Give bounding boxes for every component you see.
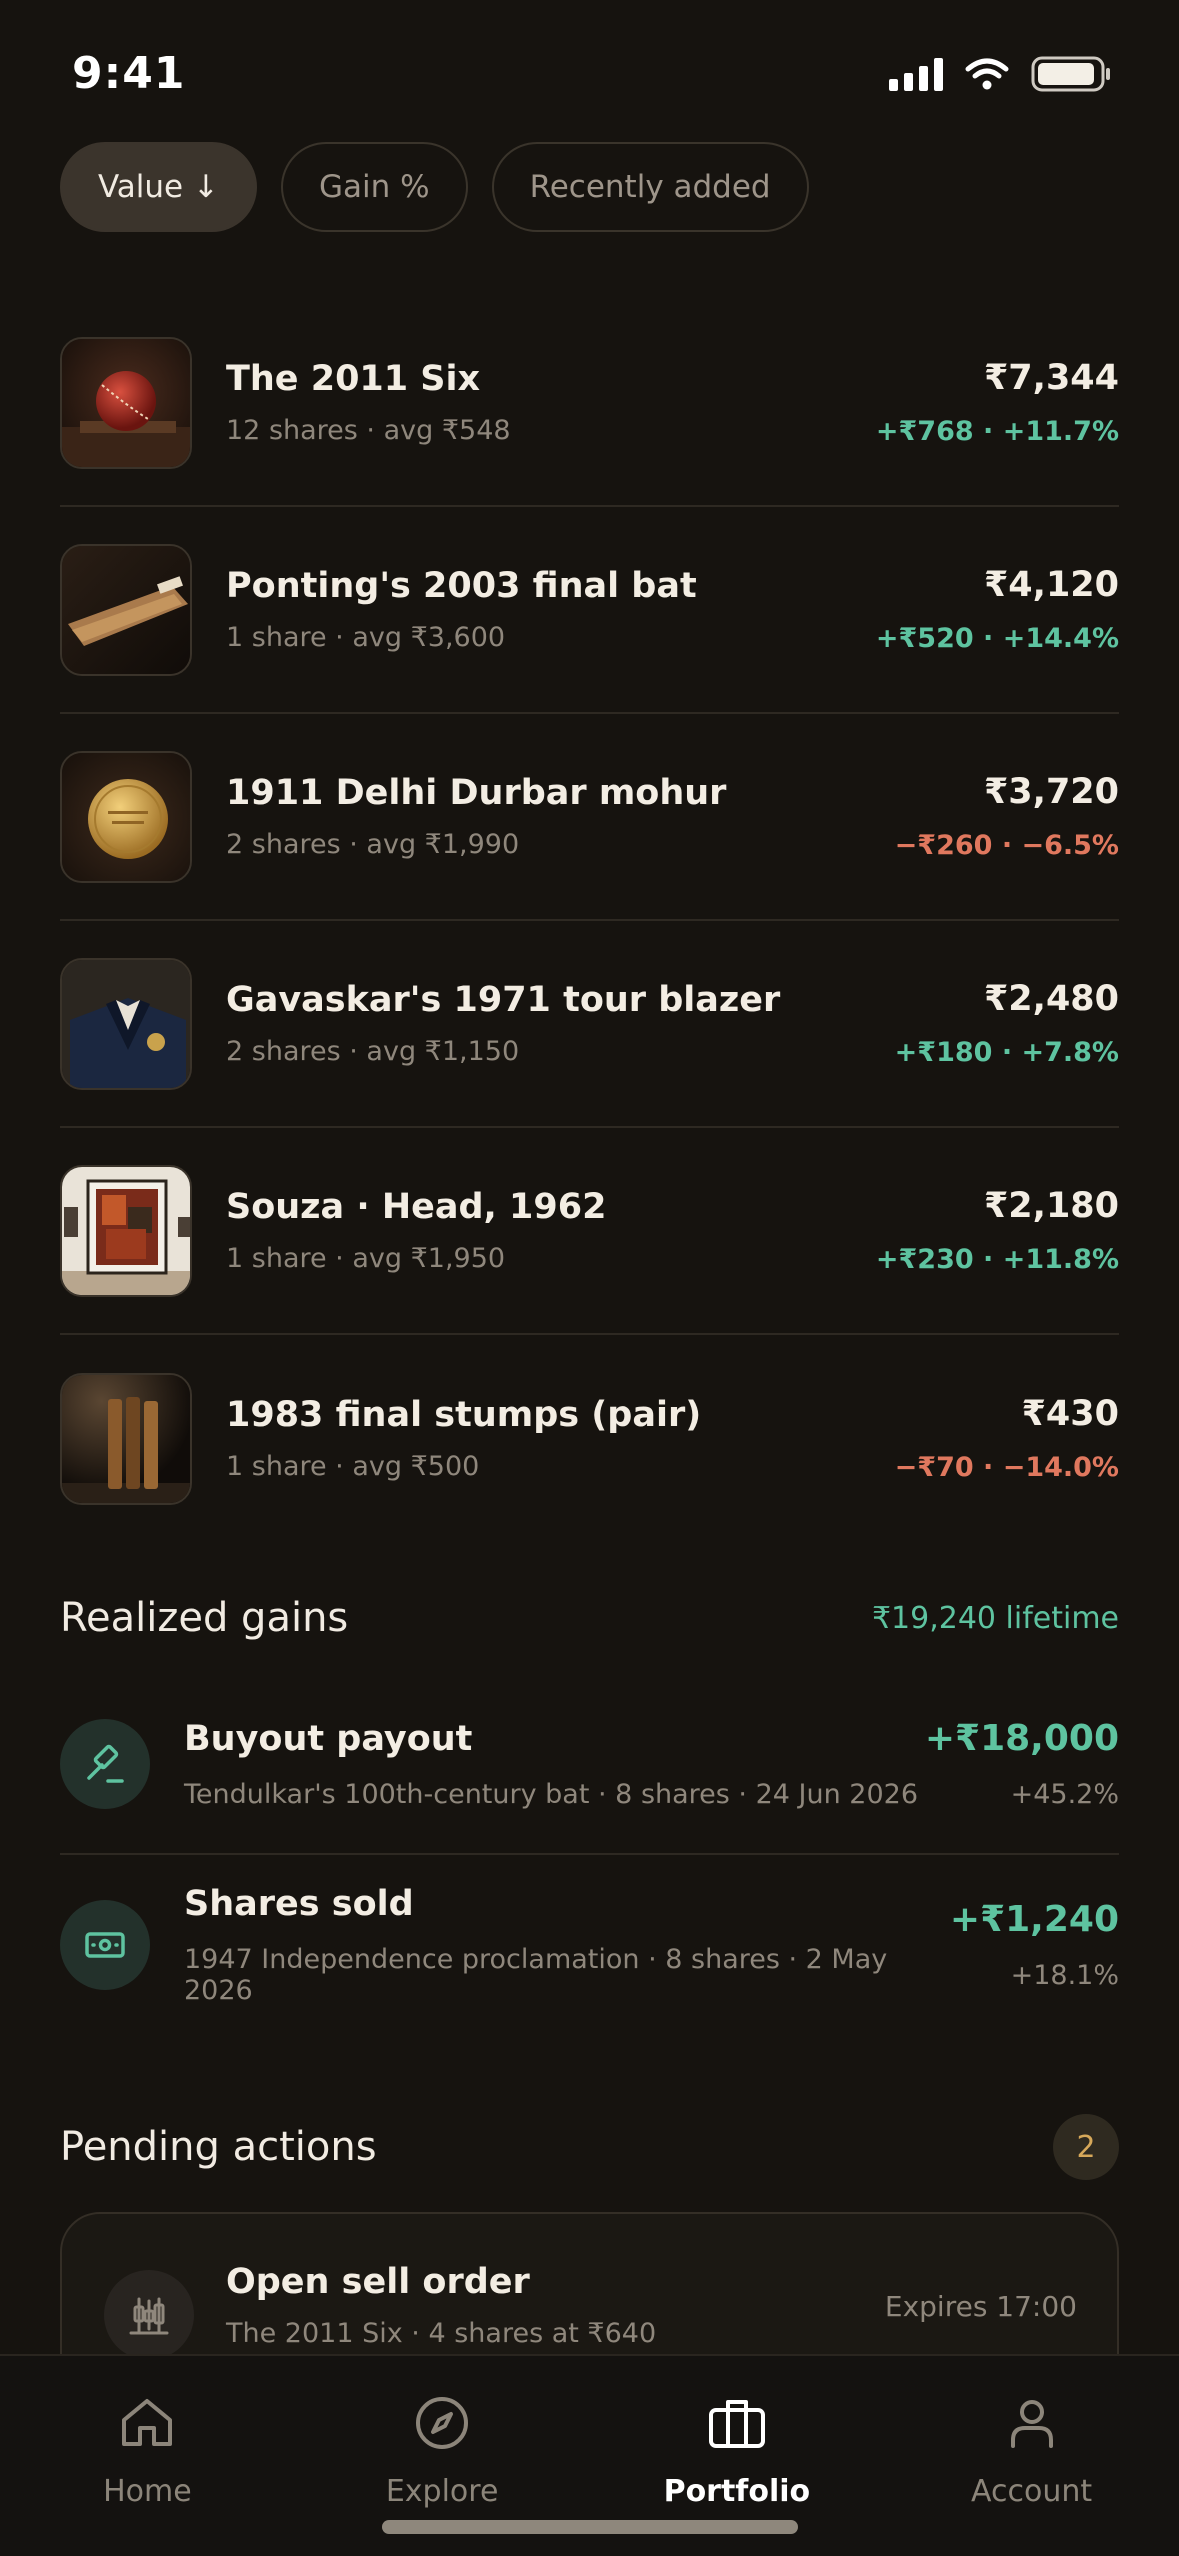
- holding-value: ₹3,720: [983, 772, 1119, 812]
- holding-change: +₹230 · +11.8%: [875, 1244, 1119, 1275]
- realized-gains-header: Realized gains ₹19,240 lifetime: [60, 1587, 1119, 1649]
- gavel-icon: [60, 1719, 150, 1809]
- tab-label: Account: [971, 2474, 1093, 2509]
- tab-account[interactable]: Account: [884, 2356, 1179, 2556]
- holding-title: Ponting's 2003 final bat: [226, 566, 697, 606]
- realized-amount: +₹1,240: [949, 1899, 1119, 1940]
- realized-values: +₹1,240 +18.1%: [950, 1899, 1119, 1991]
- realized-gains-list: Buyout payout Tendulkar's 100th-century …: [60, 1675, 1119, 2035]
- holding-info: 1911 Delhi Durbar mohur 2 shares · avg ₹…: [226, 773, 895, 860]
- holding-row[interactable]: Souza · Head, 1962 1 share · avg ₹1,950 …: [60, 1128, 1119, 1335]
- chip-value[interactable]: Value ↓: [60, 142, 257, 232]
- holding-change: +₹520 · +14.4%: [875, 623, 1119, 654]
- realized-title: Shares sold: [184, 1884, 414, 1924]
- holding-info: Souza · Head, 1962 1 share · avg ₹1,950: [226, 1187, 876, 1274]
- realized-info: Shares sold 1947 Independence proclamati…: [184, 1884, 950, 2006]
- cricket-ball-image: [60, 336, 192, 469]
- realized-amount: +₹18,000: [924, 1718, 1119, 1759]
- pending-count-badge: 2: [1053, 2114, 1119, 2180]
- holding-subtitle: 1 share · avg ₹500: [226, 1451, 480, 1482]
- action-expiry: Expires 17:00: [884, 2290, 1077, 2323]
- painting-image: [60, 1164, 192, 1297]
- holding-value: ₹7,344: [983, 358, 1119, 398]
- tab-home[interactable]: Home: [0, 2356, 295, 2556]
- wifi-icon: [965, 58, 1009, 90]
- section-title: Realized gains: [60, 1595, 349, 1641]
- cellular-signal-icon: [889, 57, 943, 91]
- realized-row[interactable]: Shares sold 1947 Independence proclamati…: [60, 1855, 1119, 2035]
- holding-row[interactable]: 1983 final stumps (pair) 1 share · avg ₹…: [60, 1335, 1119, 1542]
- section-title: Pending actions: [60, 2124, 377, 2170]
- holding-subtitle: 2 shares · avg ₹1,150: [226, 1036, 520, 1067]
- holding-title: 1911 Delhi Durbar mohur: [226, 773, 727, 813]
- status-icons: [889, 56, 1111, 92]
- holding-subtitle: 12 shares · avg ₹548: [226, 415, 511, 446]
- holding-change: −₹70 · −14.0%: [894, 1452, 1119, 1483]
- realized-title: Buyout payout: [184, 1718, 473, 1759]
- holdings-list: The 2011 Six 12 shares · avg ₹548 ₹7,344…: [60, 300, 1119, 1542]
- action-subtitle: The 2011 Six · 4 shares at ₹640: [226, 2318, 657, 2349]
- home-indicator: [382, 2520, 798, 2534]
- person-icon: [1010, 2400, 1053, 2448]
- holding-row[interactable]: The 2011 Six 12 shares · avg ₹548 ₹7,344…: [60, 300, 1119, 507]
- holding-title: Souza · Head, 1962: [226, 1187, 607, 1227]
- realized-info: Buyout payout Tendulkar's 100th-century …: [184, 1719, 925, 1810]
- holding-value: ₹2,180: [983, 1186, 1119, 1226]
- realized-row[interactable]: Buyout payout Tendulkar's 100th-century …: [60, 1675, 1119, 1855]
- holding-subtitle: 1 share · avg ₹1,950: [226, 1243, 506, 1274]
- holding-info: The 2011 Six 12 shares · avg ₹548: [226, 359, 876, 446]
- tab-label: Home: [103, 2474, 192, 2509]
- holding-change: +₹180 · +7.8%: [894, 1037, 1119, 1068]
- holding-value: ₹430: [1021, 1394, 1119, 1434]
- briefcase-icon: [708, 2400, 765, 2448]
- holding-title: Gavaskar's 1971 tour blazer: [226, 980, 781, 1020]
- realized-subtitle: 1947 Independence proclamation · 8 share…: [184, 1944, 888, 2006]
- holding-title: 1983 final stumps (pair): [226, 1395, 702, 1435]
- realized-subtitle: Tendulkar's 100th-century bat · 8 shares…: [184, 1778, 919, 1810]
- holding-subtitle: 2 shares · avg ₹1,990: [226, 829, 520, 860]
- lifetime-total: ₹19,240 lifetime: [871, 1600, 1119, 1636]
- realized-values: +₹18,000 +45.2%: [925, 1718, 1119, 1810]
- holding-values: ₹2,480 +₹180 · +7.8%: [895, 979, 1119, 1068]
- holding-row[interactable]: Ponting's 2003 final bat 1 share · avg ₹…: [60, 507, 1119, 714]
- holding-change: −₹260 · −6.5%: [894, 830, 1119, 861]
- stumps-image: [60, 1372, 192, 1505]
- holding-info: Ponting's 2003 final bat 1 share · avg ₹…: [226, 566, 876, 653]
- chip-recently-added[interactable]: Recently added: [491, 142, 809, 232]
- blazer-image: [60, 957, 192, 1090]
- realized-percent: +45.2%: [1010, 1779, 1119, 1810]
- holding-value: ₹4,120: [983, 565, 1119, 605]
- holding-values: ₹430 −₹70 · −14.0%: [895, 1394, 1119, 1483]
- holding-value: ₹2,480: [983, 979, 1119, 1019]
- holding-info: 1983 final stumps (pair) 1 share · avg ₹…: [226, 1395, 895, 1482]
- cricket-bat-image: [60, 543, 192, 676]
- status-bar: 9:41: [0, 0, 1179, 140]
- sort-filter-chips: Value ↓ Gain % Recently added: [60, 142, 809, 232]
- holding-values: ₹3,720 −₹260 · −6.5%: [895, 772, 1119, 861]
- banknote-icon: [60, 1900, 150, 1990]
- holding-change: +₹768 · +11.7%: [875, 416, 1119, 447]
- compass-icon: [416, 2397, 469, 2449]
- holding-row[interactable]: 1911 Delhi Durbar mohur 2 shares · avg ₹…: [60, 714, 1119, 921]
- gold-coin-image: [60, 750, 192, 883]
- status-time: 9:41: [72, 48, 186, 99]
- candlestick-icon: [104, 2270, 194, 2360]
- holding-info: Gavaskar's 1971 tour blazer 2 shares · a…: [226, 980, 895, 1067]
- portfolio-screen: 9:41 Value ↓ Gain % Recently added The 2…: [0, 0, 1179, 2556]
- tab-label: Explore: [385, 2474, 499, 2509]
- home-icon: [122, 2399, 173, 2446]
- holding-subtitle: 1 share · avg ₹3,600: [226, 622, 506, 653]
- tab-label: Portfolio: [663, 2474, 811, 2509]
- battery-icon: [1031, 56, 1110, 92]
- holding-values: ₹4,120 +₹520 · +14.4%: [876, 565, 1119, 654]
- holding-values: ₹2,180 +₹230 · +11.8%: [876, 1186, 1119, 1275]
- holding-values: ₹7,344 +₹768 · +11.7%: [876, 358, 1119, 447]
- holding-title: The 2011 Six: [226, 359, 481, 399]
- holding-row[interactable]: Gavaskar's 1971 tour blazer 2 shares · a…: [60, 921, 1119, 1128]
- realized-percent: +18.1%: [1010, 1960, 1119, 1991]
- action-title: Open sell order: [226, 2262, 530, 2302]
- chip-gain-percent[interactable]: Gain %: [280, 142, 468, 232]
- pending-actions-header: Pending actions 2: [60, 2112, 1119, 2182]
